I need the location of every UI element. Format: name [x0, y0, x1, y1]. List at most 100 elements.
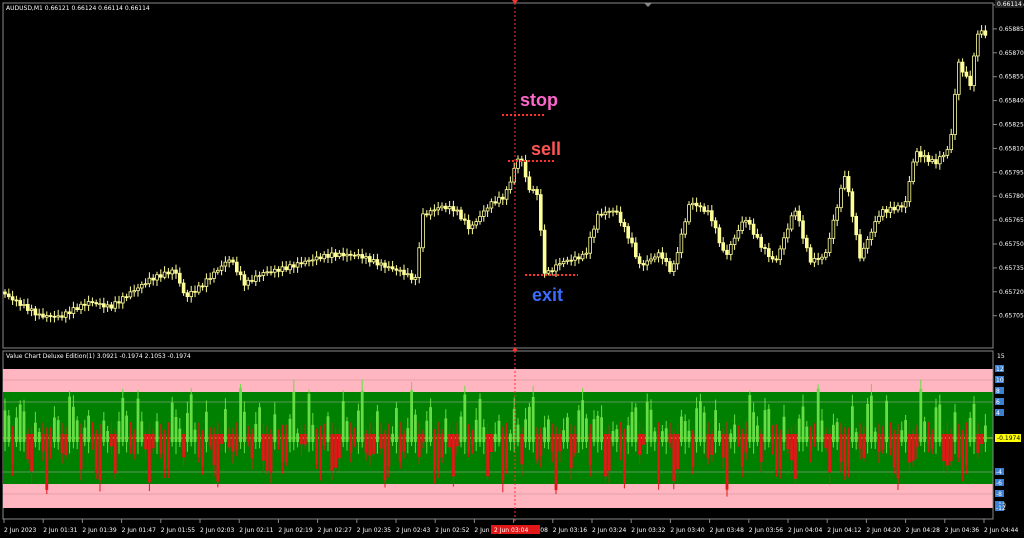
candle-body: [565, 259, 570, 262]
candle-body: [531, 189, 535, 191]
indicator-bar: [30, 434, 33, 472]
candle-body: [812, 258, 817, 263]
indicator-bar: [980, 434, 983, 445]
indicator-scale-label: 8: [996, 388, 1000, 395]
price-tick-label: 0.65735: [999, 265, 1024, 272]
indicator-bar: [714, 410, 717, 442]
indicator-bar: [91, 434, 94, 443]
candle-body: [850, 191, 855, 217]
indicator-bar: [740, 434, 744, 467]
candle-body: [352, 254, 357, 257]
candle-body: [219, 265, 224, 271]
indicator-bar: [516, 424, 520, 442]
indicator-bar: [497, 420, 501, 442]
lower-oversold-band: [3, 484, 993, 508]
candle-body: [653, 256, 657, 260]
indicator-bar: [824, 434, 828, 448]
candle-body: [915, 151, 919, 163]
candle-body: [846, 176, 851, 193]
candle-body: [170, 269, 175, 275]
indicator-bar: [167, 434, 170, 469]
indicator-bar: [877, 434, 881, 452]
candle-body: [208, 278, 213, 280]
candle-body: [455, 209, 459, 212]
indicator-pane[interactable]: Value Chart Deluxe Edition(1) 3.0921 -0.…: [2, 350, 1021, 520]
indicator-bar: [212, 434, 216, 466]
indicator-bar: [710, 434, 714, 455]
trading-chart[interactable]: AUDUSD,M1 0.66121 0.66124 0.66114 0.6611…: [0, 0, 1024, 538]
candle-body: [926, 155, 931, 162]
indicator-scale-label: -4: [996, 469, 1002, 476]
candle-body: [500, 196, 505, 200]
indicator-bar: [429, 407, 432, 442]
candle-body: [421, 213, 425, 249]
time-tick-label: 2 Jun 02:52: [435, 527, 469, 534]
indicator-bar: [421, 434, 425, 443]
candle-body: [660, 252, 665, 259]
indicator-bar: [923, 421, 926, 442]
indicator-bar: [243, 411, 246, 442]
candle-body: [337, 252, 342, 257]
indicator-bar: [961, 434, 964, 472]
candle-body: [71, 307, 76, 314]
candle-body: [367, 256, 372, 263]
indicator-bar: [444, 418, 448, 442]
indicator-bar: [448, 434, 451, 448]
indicator-bar: [501, 434, 505, 481]
candle-body: [94, 302, 99, 305]
indicator-bar: [767, 409, 771, 442]
indicator-bar: [623, 434, 626, 484]
indicator-bar: [322, 434, 326, 446]
indicator-bar: [642, 434, 645, 445]
candle-body: [284, 266, 288, 271]
indicator-bar: [300, 434, 303, 445]
candle-body: [911, 161, 915, 182]
indicator-bar: [486, 434, 489, 477]
candle-body: [151, 277, 156, 281]
candle-body: [831, 219, 836, 239]
candle-body: [200, 285, 205, 288]
time-tick-label: 2 Jun 02:19: [278, 527, 312, 534]
indicator-bar: [338, 434, 341, 459]
indicator-bar: [319, 434, 322, 469]
indicator-bar: [949, 434, 953, 462]
indicator-bar: [509, 433, 512, 442]
indicator-bar: [600, 417, 603, 442]
time-tick-label: 2 Jun 02:03: [200, 527, 234, 534]
indicator-bar: [315, 434, 318, 465]
candle-body: [892, 206, 896, 211]
indicator-bar: [471, 434, 474, 445]
indicator-bar: [113, 434, 117, 474]
candle-body: [276, 268, 281, 272]
candle-body: [710, 210, 714, 222]
candle-body: [459, 209, 463, 220]
crosshair-time-label: 2 Jun 03:04: [494, 527, 528, 534]
indicator-bar: [965, 434, 968, 465]
candle-body: [341, 252, 345, 257]
indicator-scale-label: -8: [996, 491, 1002, 498]
candle-body: [405, 273, 410, 276]
candle-body: [615, 210, 619, 213]
indicator-bar: [858, 434, 862, 449]
candle-body: [941, 154, 946, 158]
indicator-bar: [349, 434, 353, 453]
indicator-bar: [573, 434, 577, 453]
indicator-bar: [395, 408, 398, 442]
candle-body: [310, 259, 315, 262]
candle-body: [919, 151, 923, 158]
candle-body: [299, 262, 304, 265]
candle-body: [238, 271, 243, 276]
candle-body: [763, 247, 767, 249]
indicator-bar: [7, 415, 11, 442]
candle-body: [250, 279, 254, 282]
candle-body: [816, 258, 820, 260]
candle-body: [246, 279, 251, 286]
candle-body: [402, 269, 406, 276]
candle-body: [33, 308, 38, 316]
time-tick-label: 2 Jun 03:40: [670, 527, 704, 534]
candle-body: [79, 303, 83, 310]
indicator-bar: [615, 429, 619, 442]
indicator-bar: [885, 400, 888, 442]
indicator-bar: [809, 434, 812, 451]
indicator-bar: [512, 408, 516, 442]
